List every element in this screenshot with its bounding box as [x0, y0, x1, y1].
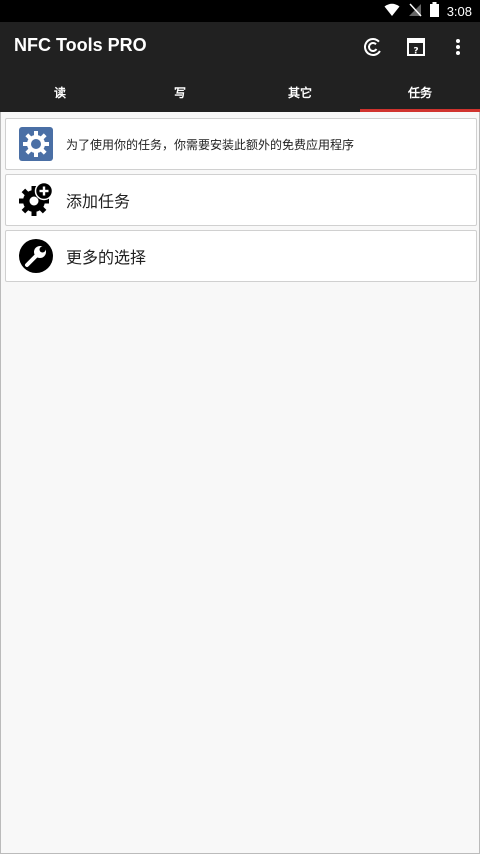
status-icons: 3:08 — [384, 0, 472, 22]
gear-add-icon — [14, 178, 58, 222]
status-bar: 3:08 — [0, 0, 480, 22]
nfc-icon[interactable] — [361, 35, 385, 59]
more-options-item[interactable]: 更多的选择 — [5, 230, 477, 282]
more-options-label: 更多的选择 — [66, 248, 147, 267]
add-task-label: 添加任务 — [66, 192, 131, 211]
tab-label: 写 — [173, 85, 186, 100]
clock: 3:08 — [446, 3, 472, 19]
app-title: NFC Tools PRO — [14, 35, 147, 55]
tab-tasks[interactable]: 任务 — [360, 72, 480, 112]
tab-label: 读 — [53, 85, 66, 100]
svg-text:?: ? — [413, 47, 418, 57]
wrench-icon — [14, 234, 58, 278]
tab-write[interactable]: 写 — [120, 72, 240, 112]
tab-label: 任务 — [407, 85, 432, 100]
tab-bar: 读 写 其它 任务 — [0, 72, 480, 112]
help-icon[interactable]: ? — [404, 35, 428, 59]
app-gear-icon — [14, 122, 58, 166]
install-app-label: 为了使用你的任务，你需要安装此额外的免费应用程序 — [66, 137, 355, 152]
battery-icon — [429, 1, 439, 21]
add-task-item[interactable]: 添加任务 — [5, 174, 477, 226]
tab-read[interactable]: 读 — [0, 72, 120, 112]
wifi-icon — [384, 2, 400, 21]
app-bar: NFC Tools PRO ? — [0, 22, 480, 72]
install-app-item[interactable]: 为了使用你的任务，你需要安装此额外的免费应用程序 — [5, 118, 477, 170]
no-signal-icon — [408, 2, 422, 21]
tab-label: 其它 — [287, 85, 312, 100]
tab-other[interactable]: 其它 — [240, 72, 360, 112]
tasks-panel: 为了使用你的任务，你需要安装此额外的免费应用程序 添加任务 更多的选择 — [0, 112, 480, 854]
overflow-menu-icon[interactable] — [446, 35, 470, 59]
